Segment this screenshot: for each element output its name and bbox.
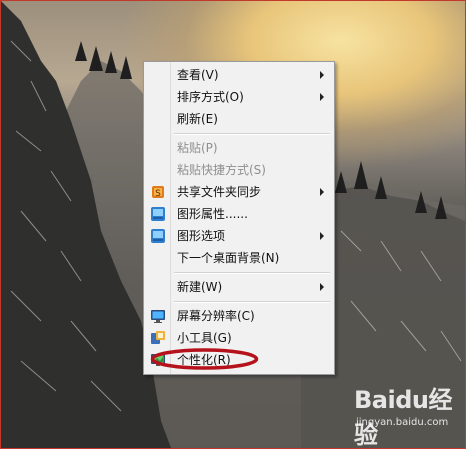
menu-item-view[interactable]: 查看(V) [147, 64, 331, 86]
menu-item-gadgets[interactable]: 小工具(G) [147, 327, 331, 349]
baidu-jingyan-watermark: Baidu经验 jingyan.baidu.com [354, 378, 458, 448]
submenu-arrow-icon [320, 188, 324, 196]
svg-text:S: S [155, 189, 161, 199]
menu-item-label: 排序方式(O) [177, 90, 244, 104]
menu-item-label: 共享文件夹同步 [177, 185, 262, 199]
menu-item-label: 刷新(E) [177, 112, 218, 126]
menu-item-label: 图形选项 [177, 229, 226, 243]
submenu-arrow-icon [320, 283, 324, 291]
menu-item-screen-resolution[interactable]: 屏幕分辨率(C) [147, 305, 331, 327]
menu-item-sort-by[interactable]: 排序方式(O) [147, 86, 331, 108]
menu-item-personalize[interactable]: 个性化(R) [147, 349, 331, 371]
menu-separator [174, 133, 330, 135]
menu-item-label: 图形属性...... [177, 207, 248, 221]
graphics-properties-icon [150, 206, 166, 222]
menu-item-paste: 粘贴(P) [147, 137, 331, 159]
menu-item-label: 屏幕分辨率(C) [177, 309, 255, 323]
submenu-arrow-icon [320, 93, 324, 101]
menu-item-label: 个性化(R) [177, 353, 231, 367]
screen-resolution-icon [150, 308, 166, 324]
menu-item-label: 下一个桌面背景(N) [177, 251, 280, 265]
menu-item-graphics-properties[interactable]: 图形属性...... [147, 203, 331, 225]
menu-separator [174, 301, 330, 303]
menu-item-graphics-options[interactable]: 图形选项 [147, 225, 331, 247]
menu-item-shared-folder-sync[interactable]: S 共享文件夹同步 [147, 181, 331, 203]
menu-item-paste-shortcut: 粘贴快捷方式(S) [147, 159, 331, 181]
menu-item-label: 小工具(G) [177, 331, 232, 345]
menu-item-label: 新建(W) [177, 280, 223, 294]
personalize-icon [150, 352, 166, 368]
gadgets-icon [150, 330, 166, 346]
graphics-options-icon [150, 228, 166, 244]
menu-separator [174, 272, 330, 274]
menu-item-label: 粘贴(P) [177, 141, 218, 155]
sync-folder-icon: S [150, 184, 166, 200]
submenu-arrow-icon [320, 71, 324, 79]
menu-item-label: 查看(V) [177, 68, 219, 82]
watermark-brand: Baidu经验 [354, 386, 452, 449]
screenshot-frame: 查看(V) 排序方式(O) 刷新(E) 粘贴(P) 粘贴快捷方式(S) S 共享… [0, 0, 466, 449]
watermark-domain: jingyan.baidu.com [356, 417, 449, 428]
menu-item-refresh[interactable]: 刷新(E) [147, 108, 331, 130]
menu-item-next-desktop-background[interactable]: 下一个桌面背景(N) [147, 247, 331, 269]
menu-item-new[interactable]: 新建(W) [147, 276, 331, 298]
desktop-context-menu: 查看(V) 排序方式(O) 刷新(E) 粘贴(P) 粘贴快捷方式(S) S 共享… [143, 61, 335, 375]
submenu-arrow-icon [320, 232, 324, 240]
menu-item-label: 粘贴快捷方式(S) [177, 163, 266, 177]
